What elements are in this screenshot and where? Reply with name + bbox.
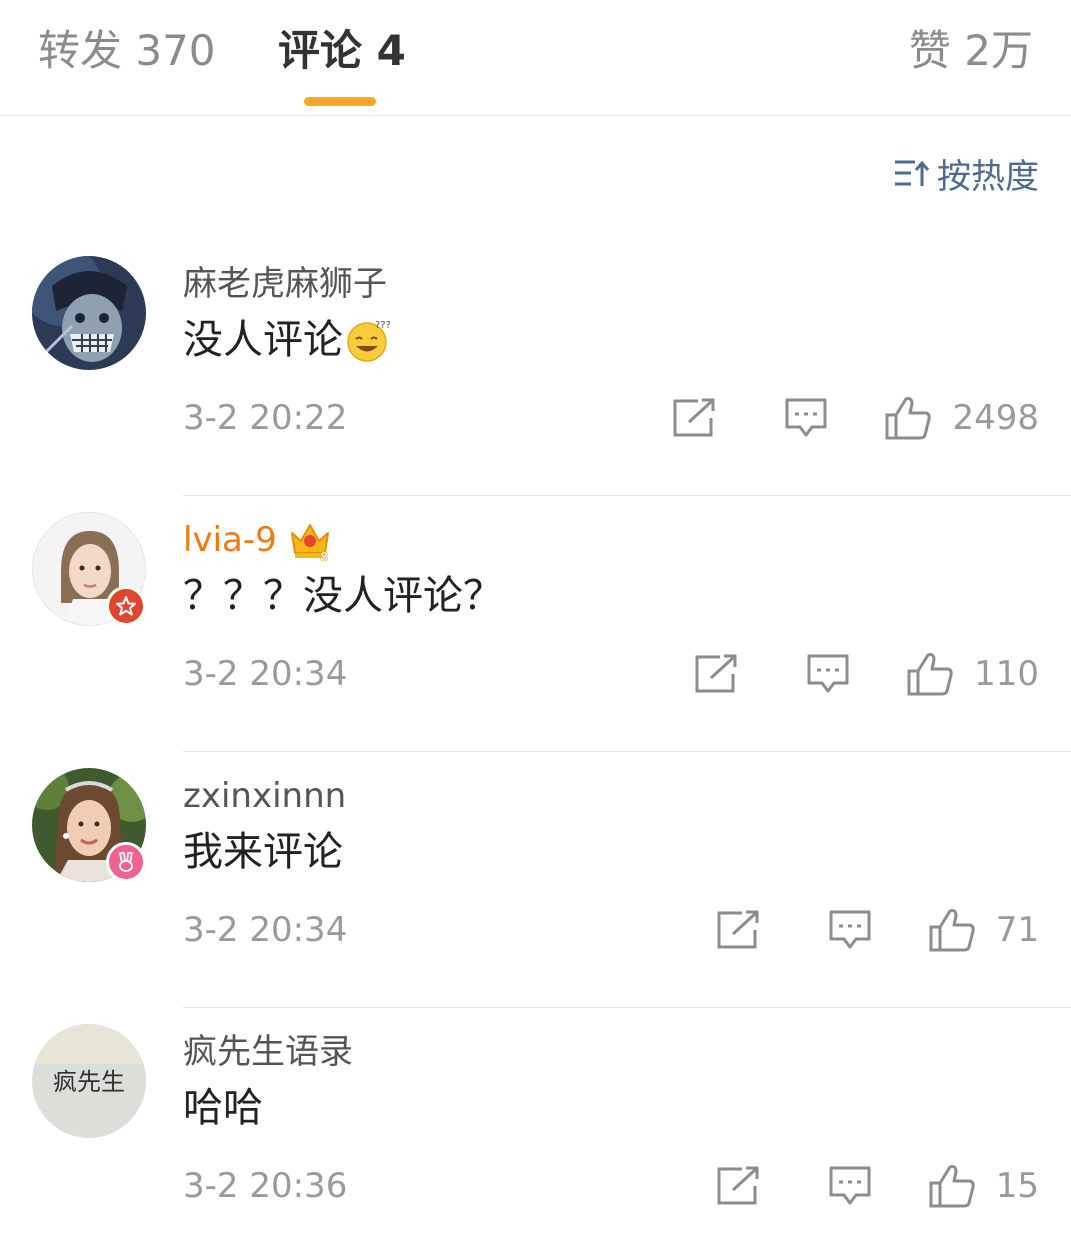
like-button[interactable]: 15: [928, 1163, 1039, 1209]
tab-bar: 转发 370 评论 4 赞 2万: [0, 0, 1071, 116]
svg-text:???: ???: [375, 320, 391, 331]
comment-time: 3-2 20:22: [183, 398, 348, 438]
bunny-badge: [106, 842, 146, 882]
username[interactable]: 疯先生语录: [183, 1028, 353, 1076]
active-tab-indicator: [304, 97, 376, 106]
svg-text:8: 8: [320, 550, 328, 561]
comment-text-content: 没人评论: [183, 317, 343, 363]
username-text: 麻老虎麻狮子: [183, 264, 387, 304]
like-count: 110: [974, 654, 1039, 694]
comment-actions: 15: [708, 1158, 1039, 1214]
share-button[interactable]: [686, 654, 746, 694]
reply-icon: [807, 654, 849, 693]
thumbs-up-icon: [929, 1165, 975, 1208]
share-button[interactable]: [664, 398, 724, 438]
comment-item: zxinxinnn 我来评论 3-2 20:34 71: [0, 752, 1071, 1008]
comment-text: 没人评论 ???: [183, 312, 393, 368]
reply-icon: [829, 910, 871, 949]
username-text: 疯先生语录: [183, 1032, 353, 1072]
comment-item: 疯先生 疯先生语录 哈哈 3-2 20:36 15: [0, 1008, 1071, 1238]
sort-button[interactable]: 按热度: [893, 150, 1039, 197]
share-icon: [695, 654, 737, 693]
username[interactable]: 麻老虎麻狮子: [183, 260, 387, 308]
like-button[interactable]: 110: [906, 651, 1039, 697]
share-icon: [673, 398, 715, 437]
avatar[interactable]: 疯先生: [32, 1024, 146, 1138]
comment-item: 麻老虎麻狮子 没人评论 ??? 3-2 20:22 2498: [0, 240, 1071, 496]
share-icon: [717, 1166, 759, 1205]
like-button[interactable]: 2498: [884, 395, 1039, 441]
share-icon: [717, 910, 759, 949]
share-button[interactable]: [708, 1166, 768, 1206]
comment-time: 3-2 20:34: [183, 910, 348, 950]
reply-button[interactable]: [820, 909, 880, 951]
username-text: lvia-9: [183, 520, 277, 560]
reply-icon: [785, 398, 827, 437]
like-count: 15: [995, 1166, 1039, 1206]
comment-actions: 2498: [664, 390, 1039, 446]
comment-time: 3-2 20:34: [183, 654, 348, 694]
comment-text-content: ？？？没人评论？: [183, 573, 503, 619]
comment-item: lvia-9 8 ？？？没人评论？ 3-2 20:34 110: [0, 496, 1071, 752]
star-icon: [116, 596, 136, 616]
like-count: 71: [995, 910, 1039, 950]
dizzy-smile-emoji: ???: [347, 320, 391, 362]
comment-actions: 110: [686, 646, 1039, 702]
star-badge: [106, 586, 146, 626]
reply-button[interactable]: [820, 1165, 880, 1207]
username-text: zxinxinnn: [183, 776, 347, 816]
comment-actions: 71: [708, 902, 1039, 958]
thumbs-up-icon: [885, 397, 932, 440]
avatar[interactable]: [32, 256, 146, 370]
thumbs-up-icon: [907, 653, 953, 696]
tab-like[interactable]: 赞 2万: [909, 22, 1033, 80]
comment-text: 我来评论: [183, 824, 343, 880]
comment-text: ？？？没人评论？: [183, 568, 503, 624]
share-button[interactable]: [708, 910, 768, 950]
thumbs-up-icon: [929, 909, 975, 952]
avatar-calligraphy: 疯先生: [53, 1068, 125, 1096]
reply-button[interactable]: [776, 397, 836, 439]
crown-vip-icon: 8: [290, 524, 329, 561]
bunny-icon: [119, 852, 133, 872]
comment-time: 3-2 20:36: [183, 1166, 348, 1206]
like-count: 2498: [952, 398, 1039, 438]
like-button[interactable]: 71: [928, 907, 1039, 953]
sort-icon: [895, 160, 929, 186]
sort-label: 按热度: [937, 156, 1039, 197]
username[interactable]: zxinxinnn: [183, 772, 346, 820]
reply-icon: [829, 1166, 871, 1205]
comment-text: 哈哈: [183, 1080, 263, 1136]
comment-text-content: 哈哈: [183, 1085, 263, 1131]
tab-repost[interactable]: 转发 370: [38, 22, 216, 80]
username[interactable]: lvia-9 8: [183, 516, 333, 564]
comment-text-content: 我来评论: [183, 829, 343, 875]
reply-button[interactable]: [798, 653, 858, 695]
